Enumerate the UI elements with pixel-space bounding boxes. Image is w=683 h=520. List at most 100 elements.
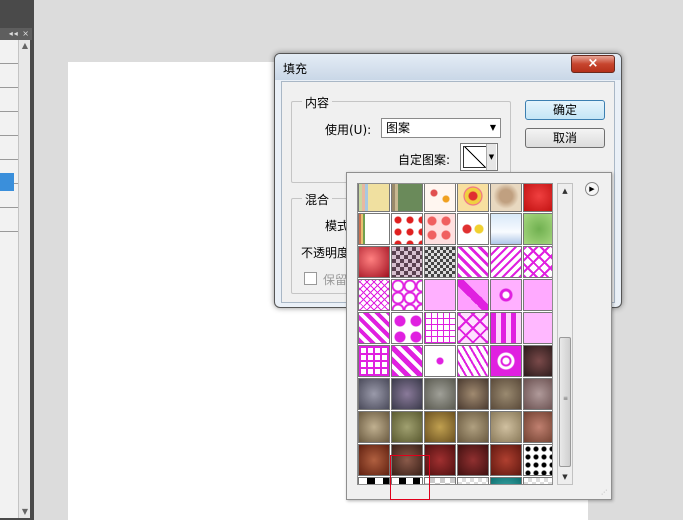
selected-pattern-highlight bbox=[390, 455, 430, 500]
use-label: 使用(U): bbox=[325, 123, 372, 137]
scroll-up-icon[interactable]: ▲ bbox=[558, 184, 572, 198]
pattern-swatch[interactable] bbox=[490, 345, 522, 377]
pattern-swatch[interactable] bbox=[523, 477, 552, 484]
scroll-up-icon[interactable]: ▲ bbox=[19, 40, 31, 52]
pattern-swatch[interactable] bbox=[424, 279, 456, 311]
chevron-down-icon: ▼ bbox=[489, 123, 496, 132]
pattern-swatch[interactable] bbox=[490, 378, 522, 410]
dialog-title: 填充 bbox=[283, 62, 308, 76]
resize-grip-icon[interactable]: ⋰ bbox=[601, 489, 609, 497]
contents-group: 内容 使用(U): 图案 ▼ 自定图案: ▼ bbox=[291, 94, 511, 183]
panel-row-divider bbox=[0, 111, 18, 112]
pattern-swatch[interactable] bbox=[358, 213, 390, 245]
cancel-button[interactable]: 取消 bbox=[525, 128, 605, 148]
chevron-down-icon[interactable]: ▼ bbox=[486, 144, 496, 170]
scroll-down-icon[interactable]: ▼ bbox=[19, 506, 31, 518]
panel-row-divider bbox=[0, 135, 18, 136]
pattern-swatch[interactable] bbox=[358, 246, 390, 278]
pattern-swatch[interactable] bbox=[391, 279, 423, 311]
pattern-scrollbar[interactable]: ▲ ≡ ▼ bbox=[557, 183, 573, 485]
pattern-swatch[interactable] bbox=[391, 312, 423, 344]
close-icon[interactable]: × bbox=[22, 29, 30, 38]
pattern-swatch[interactable] bbox=[424, 378, 456, 410]
pattern-swatch-preview bbox=[463, 146, 487, 168]
preserve-transparency-checkbox[interactable] bbox=[304, 272, 317, 285]
dialog-titlebar[interactable]: 填充 × bbox=[275, 54, 621, 80]
pattern-swatch[interactable] bbox=[490, 477, 522, 484]
pattern-swatch[interactable] bbox=[523, 345, 552, 377]
pattern-swatch[interactable] bbox=[523, 279, 552, 311]
pattern-swatch[interactable] bbox=[490, 279, 522, 311]
pattern-grid bbox=[358, 184, 552, 484]
pattern-swatch[interactable] bbox=[523, 312, 552, 344]
pattern-swatch[interactable] bbox=[457, 411, 489, 443]
scroll-down-icon[interactable]: ▼ bbox=[558, 470, 572, 484]
close-button[interactable]: × bbox=[571, 55, 615, 73]
pattern-swatch[interactable] bbox=[391, 378, 423, 410]
pattern-swatch[interactable] bbox=[424, 345, 456, 377]
pattern-swatch[interactable] bbox=[391, 213, 423, 245]
panel-row-divider bbox=[0, 63, 18, 64]
pattern-swatch[interactable] bbox=[358, 312, 390, 344]
panel-scrollbar[interactable]: ▲ ▼ bbox=[18, 40, 30, 518]
pattern-picker-popup: ▲ ≡ ▼ ▶ ⋰ bbox=[346, 172, 612, 500]
custom-pattern-picker-button[interactable]: ▼ bbox=[460, 143, 498, 171]
pattern-swatch[interactable] bbox=[457, 312, 489, 344]
pattern-swatch[interactable] bbox=[457, 345, 489, 377]
pattern-swatch[interactable] bbox=[358, 477, 390, 484]
pattern-swatch[interactable] bbox=[457, 444, 489, 476]
pattern-swatch[interactable] bbox=[523, 246, 552, 278]
scrollbar-thumb[interactable]: ≡ bbox=[559, 337, 571, 467]
contents-group-label: 内容 bbox=[302, 94, 333, 111]
panel-row-divider bbox=[0, 87, 18, 88]
pattern-swatch[interactable] bbox=[424, 213, 456, 245]
blending-group-label: 混合 bbox=[302, 191, 333, 208]
pattern-swatch[interactable] bbox=[457, 279, 489, 311]
pattern-swatch[interactable] bbox=[358, 444, 390, 476]
panel-titlebar[interactable]: ◂◂ × bbox=[0, 28, 32, 40]
pattern-swatch[interactable] bbox=[457, 246, 489, 278]
picker-menu-icon[interactable]: ▶ bbox=[585, 182, 599, 196]
pattern-swatch[interactable] bbox=[358, 184, 390, 212]
pattern-swatch[interactable] bbox=[457, 378, 489, 410]
pattern-swatch[interactable] bbox=[391, 184, 423, 212]
pattern-swatch[interactable] bbox=[490, 213, 522, 245]
pattern-swatch[interactable] bbox=[424, 184, 456, 212]
pattern-swatch[interactable] bbox=[457, 213, 489, 245]
pattern-swatch[interactable] bbox=[523, 411, 552, 443]
pattern-swatch[interactable] bbox=[490, 411, 522, 443]
pattern-swatch[interactable] bbox=[523, 213, 552, 245]
pattern-swatch[interactable] bbox=[523, 378, 552, 410]
panel-row-divider bbox=[0, 159, 18, 160]
use-select-value: 图案 bbox=[386, 121, 411, 135]
pattern-swatch[interactable] bbox=[358, 345, 390, 377]
pattern-swatch[interactable] bbox=[391, 411, 423, 443]
panel-row-divider bbox=[0, 207, 18, 208]
pattern-swatch[interactable] bbox=[424, 312, 456, 344]
pattern-swatch[interactable] bbox=[358, 279, 390, 311]
custom-pattern-label: 自定图案: bbox=[398, 153, 451, 167]
pattern-swatch[interactable] bbox=[424, 411, 456, 443]
pattern-swatch[interactable] bbox=[490, 444, 522, 476]
pattern-swatch[interactable] bbox=[358, 411, 390, 443]
pattern-swatch[interactable] bbox=[490, 184, 522, 212]
pattern-swatch[interactable] bbox=[457, 184, 489, 212]
pattern-grid-viewport bbox=[357, 183, 553, 485]
pattern-swatch[interactable] bbox=[391, 246, 423, 278]
pattern-swatch[interactable] bbox=[490, 312, 522, 344]
panel-row-divider bbox=[0, 231, 18, 232]
pattern-swatch[interactable] bbox=[424, 246, 456, 278]
pattern-swatch[interactable] bbox=[523, 444, 552, 476]
collapse-icon[interactable]: ◂◂ bbox=[9, 29, 19, 38]
pattern-swatch[interactable] bbox=[457, 477, 489, 484]
opacity-label: 不透明度 bbox=[301, 246, 350, 260]
pattern-swatch[interactable] bbox=[490, 246, 522, 278]
pattern-swatch[interactable] bbox=[523, 184, 552, 212]
pattern-swatch[interactable] bbox=[358, 378, 390, 410]
pattern-swatch[interactable] bbox=[391, 345, 423, 377]
panel-selected-item[interactable] bbox=[0, 173, 14, 191]
use-select[interactable]: 图案 ▼ bbox=[381, 118, 501, 138]
grip-icon: ≡ bbox=[563, 395, 569, 402]
ok-button[interactable]: 确定 bbox=[525, 100, 605, 120]
collapsed-panel: ◂◂ × ▲ ▼ bbox=[0, 0, 34, 520]
